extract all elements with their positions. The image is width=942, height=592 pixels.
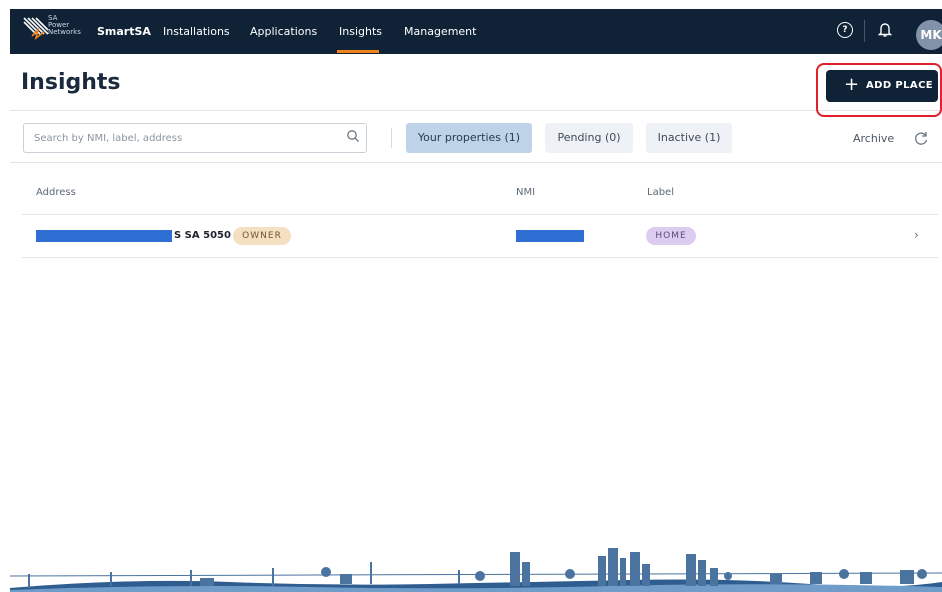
- page-title: Insights: [21, 70, 121, 95]
- filter-divider: [391, 128, 392, 148]
- brand-link[interactable]: SmartSA: [97, 25, 151, 38]
- help-icon[interactable]: ?: [837, 22, 853, 38]
- address-suffix: S SA 5050: [174, 230, 231, 241]
- add-place-label: ADD PLACE: [866, 80, 934, 91]
- column-header-label: Label: [647, 187, 674, 198]
- column-header-address: Address: [36, 187, 76, 198]
- tab-pending[interactable]: Pending (0): [545, 123, 633, 153]
- active-nav-indicator: [337, 50, 379, 53]
- nav-item-insights[interactable]: Insights: [339, 25, 382, 38]
- bell-icon[interactable]: [878, 22, 892, 38]
- nav-item-installations[interactable]: Installations: [163, 25, 230, 38]
- home-label-badge: HOME: [646, 227, 696, 245]
- logo-text: SA Power Networks: [48, 15, 88, 36]
- page-header: [10, 54, 942, 111]
- redacted-nmi: [516, 230, 584, 242]
- archive-link[interactable]: Archive: [853, 132, 894, 145]
- refresh-icon[interactable]: [913, 130, 929, 146]
- tab-your-properties[interactable]: Your properties (1): [406, 123, 532, 153]
- nav-divider: [864, 20, 865, 42]
- avatar[interactable]: MK: [916, 20, 942, 50]
- tab-inactive[interactable]: Inactive (1): [646, 123, 732, 153]
- add-place-button[interactable]: + ADD PLACE: [826, 70, 938, 102]
- owner-badge: OWNER: [233, 227, 291, 245]
- plus-icon: +: [844, 74, 860, 95]
- skyline-illustration: [10, 548, 942, 592]
- column-header-nmi: NMI: [516, 187, 536, 198]
- search-placeholder: Search by NMI, label, address: [34, 133, 183, 144]
- logo-text-line: Networks: [48, 28, 81, 36]
- nav-item-applications[interactable]: Applications: [250, 25, 317, 38]
- nav-item-management[interactable]: Management: [404, 25, 476, 38]
- search-input[interactable]: Search by NMI, label, address: [23, 123, 367, 153]
- redacted-address: [36, 230, 172, 242]
- chevron-right-icon[interactable]: ›: [914, 228, 919, 242]
- search-icon[interactable]: [346, 129, 360, 143]
